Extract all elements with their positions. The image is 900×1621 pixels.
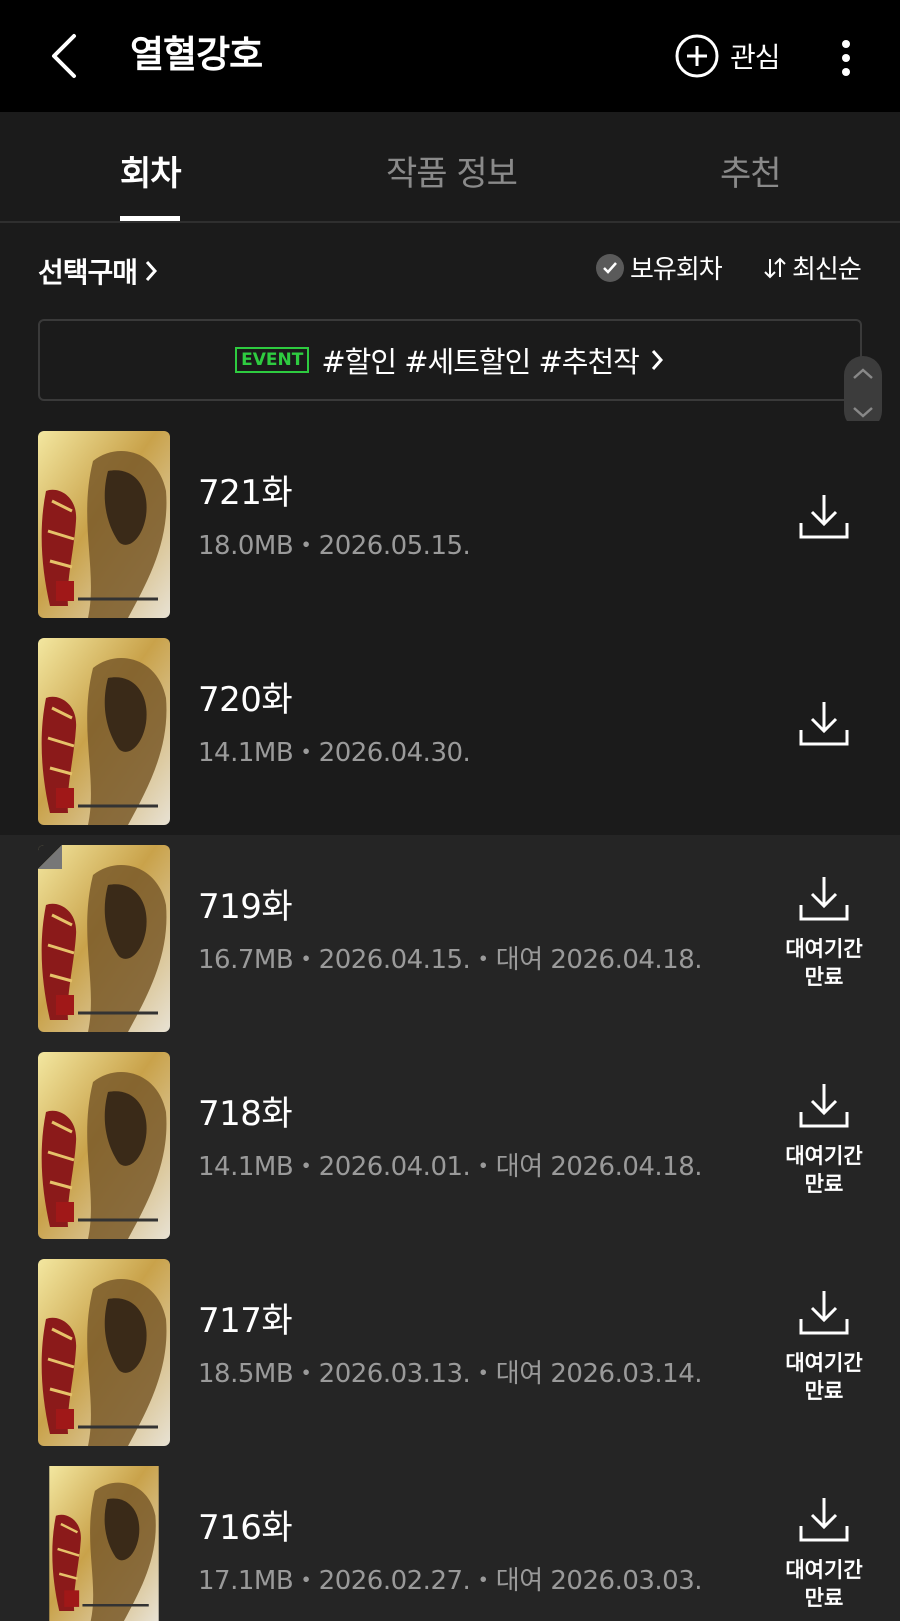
episode-thumbnail [38,1259,170,1446]
sort-label: 최신순 [792,255,862,285]
filter-row: 선택구매 보유회차 최신순 [0,225,900,315]
sort-button[interactable]: 최신순 [762,249,862,286]
back-arrow-icon[interactable] [44,30,88,82]
tab-work-info[interactable]: 작품 정보 [386,152,518,196]
rental-expired-label: 대여기간 만료 [785,1144,863,1196]
episode-meta: 18.5MB・2026.03.13.・대여 2026.03.14. [198,1359,703,1389]
download-icon[interactable] [796,875,852,923]
episode-thumbnail [38,1052,170,1239]
episode-title: 720화 [198,680,293,720]
rental-expired-label: 대여기간 만료 [785,1351,863,1403]
episode-meta: 18.0MB・2026.05.15. [198,531,471,561]
episode-row[interactable]: 719화 16.7MB・2026.04.15.・대여 2026.04.18. 대… [0,835,900,1042]
rental-expired-label: 대여기간 만료 [785,937,863,989]
episode-thumbnail [38,638,170,825]
chevron-right-icon [145,261,158,281]
scroll-up-icon [853,368,873,379]
event-banner[interactable]: EVENT #할인 #세트할인 #추천작 [38,319,862,401]
download-icon[interactable] [796,493,852,541]
sort-icon [764,257,786,278]
tab-bar: 회차 작품 정보 추천 [0,112,900,223]
app-bar: 열혈강호 관심 [0,0,900,112]
episode-row[interactable]: 717화 18.5MB・2026.03.13.・대여 2026.03.14. 대… [0,1249,900,1456]
episode-title: 721화 [198,473,293,513]
page-title: 열혈강호 [130,33,263,76]
episode-title: 718화 [198,1094,293,1134]
check-icon [596,253,624,282]
rental-expired-label: 대여기간 만료 [785,1558,863,1608]
event-tag: EVENT [235,347,310,373]
episode-row[interactable]: 716화 17.1MB・2026.02.27.・대여 2026.03.03. 대… [0,1456,900,1621]
chevron-right-icon [651,350,663,370]
episode-meta: 14.1MB・2026.04.01.・대여 2026.04.18. [198,1152,703,1182]
owned-filter-toggle[interactable]: 보유회차 [596,249,723,286]
episode-thumbnail [38,1466,170,1621]
scroll-down-icon [853,407,873,418]
download-icon[interactable] [796,700,852,748]
download-icon[interactable] [796,1496,852,1544]
episode-row[interactable]: 718화 14.1MB・2026.04.01.・대여 2026.04.18. 대… [0,1042,900,1249]
tab-episodes[interactable]: 회차 [120,152,182,196]
scroll-control[interactable] [844,356,882,430]
plus-circle-icon [675,34,719,78]
episode-title: 717화 [198,1301,293,1341]
episode-title: 716화 [198,1508,293,1548]
owned-label: 보유회차 [630,255,723,285]
episode-row[interactable]: 720화 14.1MB・2026.04.30. [0,628,900,835]
tab-recommend[interactable]: 추천 [720,152,782,196]
download-icon[interactable] [796,1289,852,1337]
favorite-button[interactable]: 관심 [674,32,781,80]
select-buy-button[interactable]: 선택구매 [38,251,159,291]
episode-thumbnail [38,845,170,1032]
event-text: #할인 #세트할인 #추천작 [321,345,639,379]
download-icon[interactable] [796,1082,852,1130]
select-buy-label: 선택구매 [38,256,138,289]
episode-row[interactable]: 721화 18.0MB・2026.05.15. [0,421,900,628]
episode-meta: 17.1MB・2026.02.27.・대여 2026.03.03. [198,1566,703,1596]
favorite-label: 관심 [730,41,781,74]
episode-meta: 14.1MB・2026.04.30. [198,738,471,768]
more-vert-icon[interactable] [832,38,860,78]
tab-active-indicator [120,216,180,221]
episode-title: 719화 [198,887,293,927]
episode-thumbnail [38,431,170,618]
episode-meta: 16.7MB・2026.04.15.・대여 2026.04.18. [198,945,703,975]
